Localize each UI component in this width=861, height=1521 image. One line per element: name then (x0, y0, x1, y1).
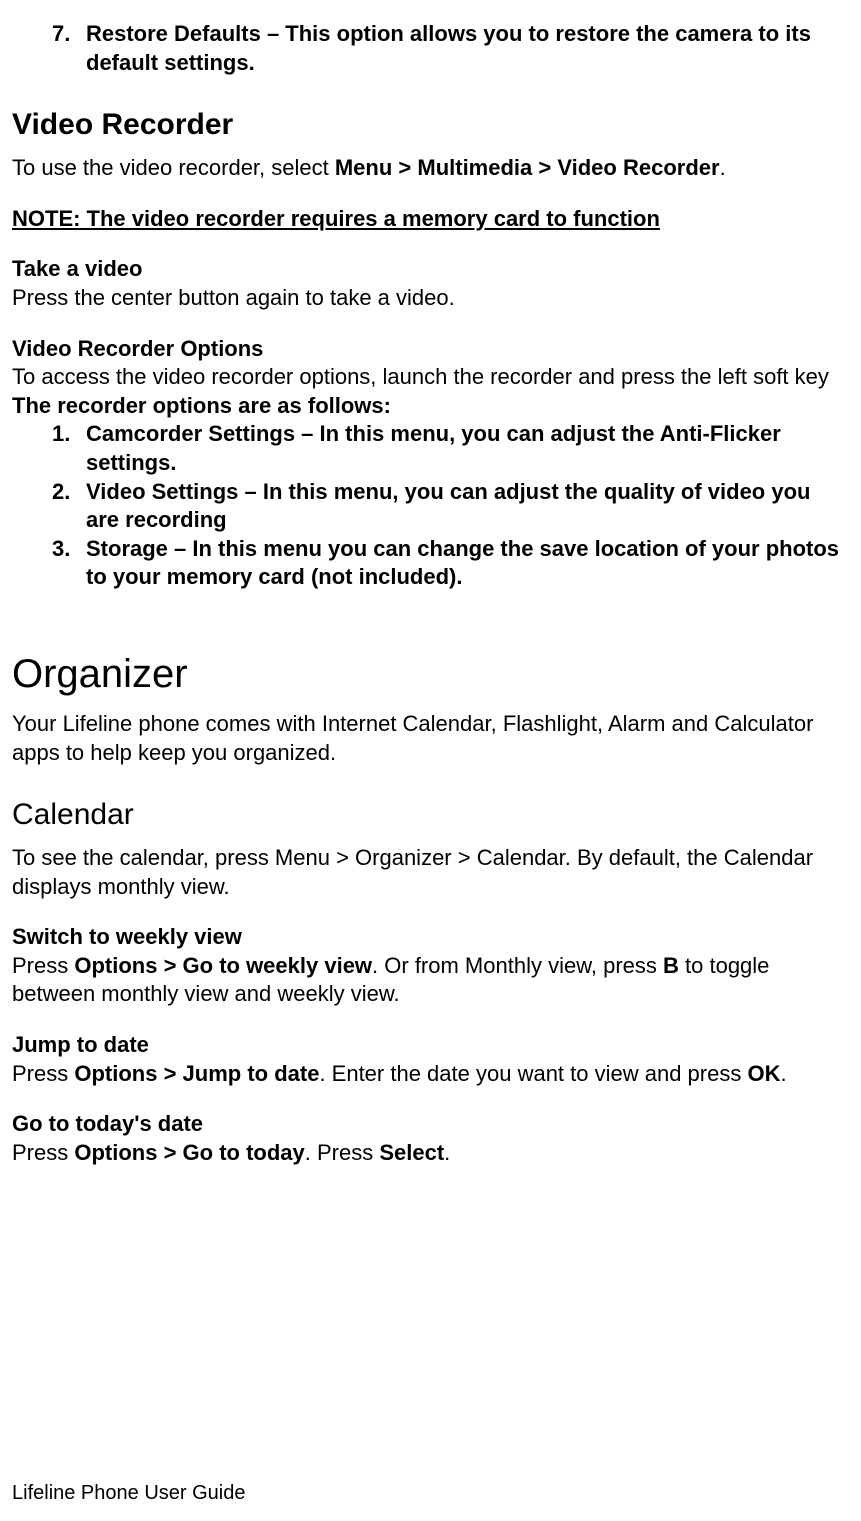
jump-to-date-heading: Jump to date (12, 1031, 849, 1060)
list-number: 3. (52, 535, 86, 592)
organizer-intro: Your Lifeline phone comes with Internet … (12, 710, 849, 767)
recorder-options-follows: The recorder options are as follows: (12, 392, 849, 421)
video-recorder-intro: To use the video recorder, select Menu >… (12, 154, 849, 183)
calendar-intro: To see the calendar, press Menu > Organi… (12, 844, 849, 901)
heading-video-recorder: Video Recorder (12, 105, 849, 144)
list-item: 1. Camcorder Settings – In this menu, yo… (52, 420, 849, 477)
list-item: 7. Restore Defaults – This option allows… (52, 20, 849, 77)
heading-calendar: Calendar (12, 795, 849, 834)
take-video-heading: Take a video (12, 255, 849, 284)
list-item: 2. Video Settings – In this menu, you ca… (52, 478, 849, 535)
take-video-text: Press the center button again to take a … (12, 284, 849, 313)
list-number: 1. (52, 420, 86, 477)
list-item: 3. Storage – In this menu you can change… (52, 535, 849, 592)
go-today-text: Press Options > Go to today. Press Selec… (12, 1139, 849, 1168)
list-text: Storage – In this menu you can change th… (86, 535, 849, 592)
heading-organizer: Organizer (12, 648, 849, 700)
weekly-view-text: Press Options > Go to weekly view. Or fr… (12, 952, 849, 1009)
list-text: Restore Defaults – This option allows yo… (86, 20, 849, 77)
recorder-options-text: To access the video recorder options, la… (12, 363, 849, 392)
list-number: 2. (52, 478, 86, 535)
jump-to-date-text: Press Options > Jump to date. Enter the … (12, 1060, 849, 1089)
go-today-heading: Go to today's date (12, 1110, 849, 1139)
list-text: Video Settings – In this menu, you can a… (86, 478, 849, 535)
recorder-options-heading: Video Recorder Options (12, 335, 849, 364)
weekly-view-heading: Switch to weekly view (12, 923, 849, 952)
page-footer: Lifeline Phone User Guide (12, 1480, 245, 1506)
list-number: 7. (52, 20, 86, 77)
video-recorder-note: NOTE: The video recorder requires a memo… (12, 205, 849, 234)
list-text: Camcorder Settings – In this menu, you c… (86, 420, 849, 477)
